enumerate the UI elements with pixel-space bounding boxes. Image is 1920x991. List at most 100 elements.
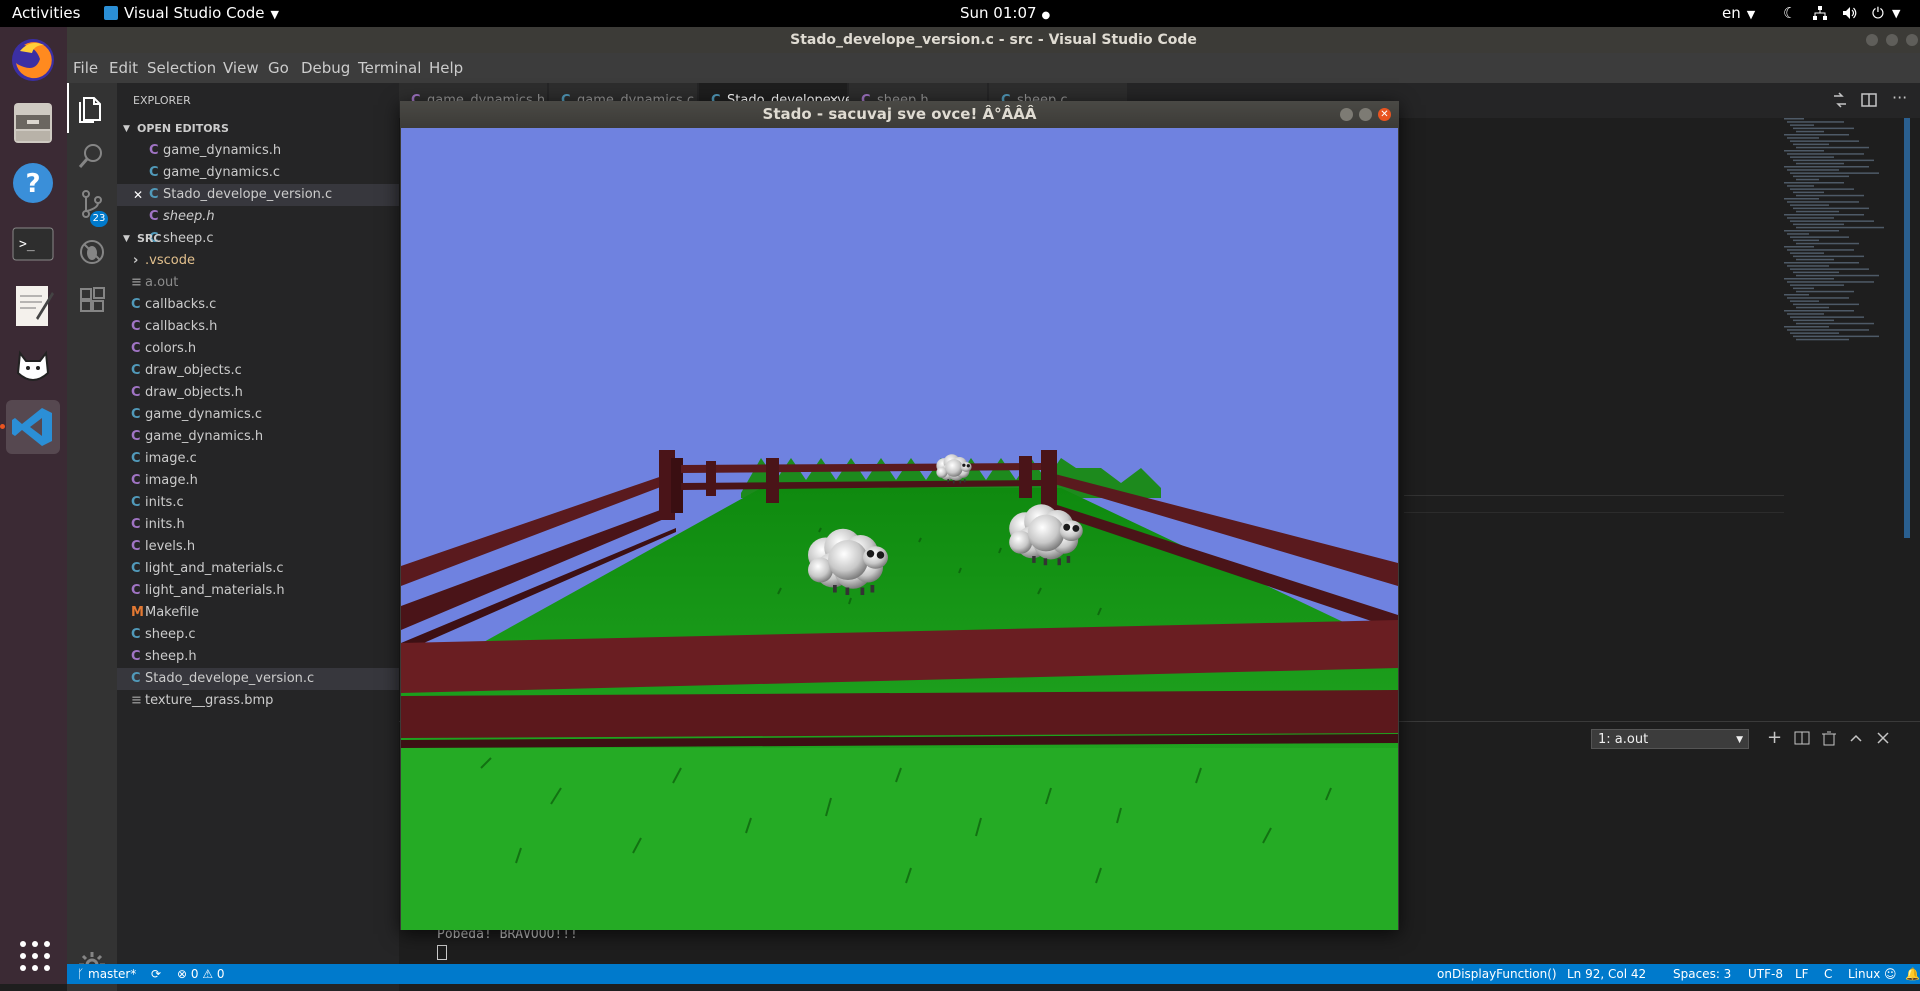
scrollbar[interactable] bbox=[1904, 118, 1910, 538]
os-indicator[interactable]: Linux bbox=[1848, 964, 1880, 984]
network-icon[interactable] bbox=[1812, 0, 1828, 27]
file-item[interactable]: Cimage.h bbox=[117, 470, 399, 492]
open-changes-icon[interactable] bbox=[1830, 90, 1850, 114]
file-item[interactable]: Ccallbacks.c bbox=[117, 294, 399, 316]
show-applications-button[interactable] bbox=[17, 938, 53, 974]
menu-file[interactable]: File bbox=[73, 53, 98, 83]
file-item[interactable]: M Makefile bbox=[117, 602, 399, 624]
minimap-line bbox=[1784, 134, 1849, 136]
search-icon[interactable] bbox=[76, 140, 108, 172]
c-file-icon: C bbox=[131, 649, 141, 664]
src-folder-header[interactable]: ▼ SRC bbox=[117, 228, 399, 250]
menu-edit[interactable]: Edit bbox=[109, 53, 138, 83]
file-item[interactable]: Cgame_dynamics.h bbox=[117, 426, 399, 448]
cursor-position[interactable]: Ln 92, Col 42 bbox=[1567, 964, 1646, 984]
file-item[interactable]: C Stado_develope_version.c bbox=[117, 668, 399, 690]
folder-item[interactable]: › .vscode bbox=[117, 250, 399, 272]
file-item[interactable]: Cgame_dynamics.c bbox=[117, 404, 399, 426]
menu-view[interactable]: View bbox=[223, 53, 259, 83]
minimap-line bbox=[1790, 268, 1869, 270]
open-editor-item[interactable]: Csheep.h bbox=[117, 206, 399, 228]
activities-button[interactable]: Activities bbox=[12, 0, 80, 27]
files-launcher[interactable] bbox=[6, 95, 60, 149]
terminal-select[interactable]: 1: a.out ▼ bbox=[1591, 729, 1749, 749]
feedback-icon[interactable]: ☺ bbox=[1884, 964, 1897, 984]
file-item[interactable]: ≡ texture__grass.bmp bbox=[117, 690, 399, 712]
branch-status[interactable]: ᚴ master* bbox=[77, 964, 136, 984]
terminal-output[interactable]: Pobeda! BRAVOOO!!! bbox=[437, 927, 578, 960]
minimize-icon[interactable] bbox=[1866, 34, 1878, 46]
file-label: inits.h bbox=[145, 517, 185, 532]
file-item[interactable]: Clevels.h bbox=[117, 536, 399, 558]
menu-debug[interactable]: Debug bbox=[301, 53, 350, 83]
open-editor-item[interactable]: ✕ C Stado_develope_version.c bbox=[117, 184, 399, 206]
file-item[interactable]: Cdraw_objects.c bbox=[117, 360, 399, 382]
minimap-line bbox=[1787, 265, 1829, 267]
maximize-icon[interactable] bbox=[1886, 34, 1898, 46]
game-window: Stado - sacuvaj sve ovce! Â°Â​​Â​​Â​​ ✕ bbox=[400, 101, 1399, 930]
file-item[interactable]: Clight_and_materials.h bbox=[117, 580, 399, 602]
menu-go[interactable]: Go bbox=[268, 53, 289, 83]
open-editors-header[interactable]: ▼ OPEN EDITORS bbox=[117, 118, 399, 140]
menu-selection[interactable]: Selection bbox=[147, 53, 216, 83]
close-panel-icon[interactable] bbox=[1875, 730, 1891, 750]
file-item[interactable]: Cdraw_objects.h bbox=[117, 382, 399, 404]
chevron-down-icon[interactable]: ▼ bbox=[1892, 0, 1900, 27]
file-item[interactable]: Csheep.h bbox=[117, 646, 399, 668]
sync-icon[interactable]: ⟳ bbox=[151, 964, 161, 984]
game-scene[interactable] bbox=[401, 128, 1398, 930]
game-titlebar[interactable]: Stado - sacuvaj sve ovce! Â°Â​​Â​​Â​​ ✕ bbox=[400, 101, 1399, 128]
file-item[interactable]: Cinits.h bbox=[117, 514, 399, 536]
language-mode[interactable]: C bbox=[1824, 964, 1832, 984]
firefox-launcher[interactable] bbox=[6, 33, 60, 87]
current-function[interactable]: onDisplayFunction() bbox=[1437, 964, 1557, 984]
vscode-launcher[interactable] bbox=[6, 400, 60, 454]
text-editor-launcher[interactable] bbox=[6, 278, 60, 332]
file-item[interactable]: ≡ a.out bbox=[117, 272, 399, 294]
encoding[interactable]: UTF-8 bbox=[1748, 964, 1783, 984]
power-icon[interactable]: ⏻ bbox=[1872, 0, 1884, 27]
file-item[interactable]: Clight_and_materials.c bbox=[117, 558, 399, 580]
chevron-up-icon[interactable] bbox=[1848, 730, 1864, 750]
file-item[interactable]: Csheep.c bbox=[117, 624, 399, 646]
volume-icon[interactable] bbox=[1842, 0, 1858, 27]
night-light-icon[interactable]: ☾ bbox=[1783, 0, 1796, 27]
minimap-lines bbox=[1784, 118, 1884, 341]
bell-icon[interactable]: 🔔 bbox=[1905, 964, 1920, 984]
open-editor-label: sheep.h bbox=[163, 209, 215, 224]
trash-icon[interactable] bbox=[1821, 730, 1837, 750]
file-item[interactable]: Cinits.c bbox=[117, 492, 399, 514]
close-icon[interactable]: ✕ bbox=[1378, 108, 1391, 121]
debug-icon[interactable] bbox=[76, 236, 108, 268]
app-menu[interactable]: Visual Studio Code ▼ bbox=[104, 0, 279, 28]
open-editor-item[interactable]: Cgame_dynamics.h bbox=[117, 140, 399, 162]
clock[interactable]: Sun 01:07 ● bbox=[960, 0, 1050, 29]
files-icon[interactable] bbox=[76, 92, 108, 124]
minimap-line bbox=[1793, 287, 1814, 290]
minimap[interactable] bbox=[1782, 118, 1884, 418]
file-item[interactable]: Cimage.c bbox=[117, 448, 399, 470]
menu-terminal[interactable]: Terminal bbox=[358, 53, 421, 83]
menu-help[interactable]: Help bbox=[429, 53, 463, 83]
new-terminal-icon[interactable]: + bbox=[1767, 727, 1782, 748]
split-terminal-icon[interactable] bbox=[1794, 730, 1810, 750]
help-launcher[interactable]: ? bbox=[6, 156, 60, 210]
indentation[interactable]: Spaces: 3 bbox=[1673, 964, 1731, 984]
more-actions-icon[interactable]: ··· bbox=[1892, 88, 1907, 107]
file-item[interactable]: Ccolors.h bbox=[117, 338, 399, 360]
language-indicator[interactable]: en ▼ bbox=[1722, 0, 1755, 28]
minimize-icon[interactable] bbox=[1340, 108, 1353, 121]
split-editor-icon[interactable] bbox=[1859, 90, 1879, 114]
maximize-icon[interactable] bbox=[1359, 108, 1372, 121]
problems-status[interactable]: ⊗ 0 ⚠ 0 bbox=[177, 964, 225, 984]
file-item[interactable]: Ccallbacks.h bbox=[117, 316, 399, 338]
end-of-line[interactable]: LF bbox=[1795, 964, 1809, 984]
scratch-launcher[interactable] bbox=[6, 339, 60, 393]
extensions-icon[interactable] bbox=[76, 284, 108, 316]
close-icon[interactable] bbox=[1906, 34, 1918, 46]
c-file-icon: C bbox=[149, 143, 159, 158]
running-indicator bbox=[0, 424, 5, 429]
open-editor-item[interactable]: Cgame_dynamics.c bbox=[117, 162, 399, 184]
terminal-launcher[interactable]: >_ bbox=[6, 217, 60, 271]
close-icon[interactable]: ✕ bbox=[133, 184, 143, 206]
